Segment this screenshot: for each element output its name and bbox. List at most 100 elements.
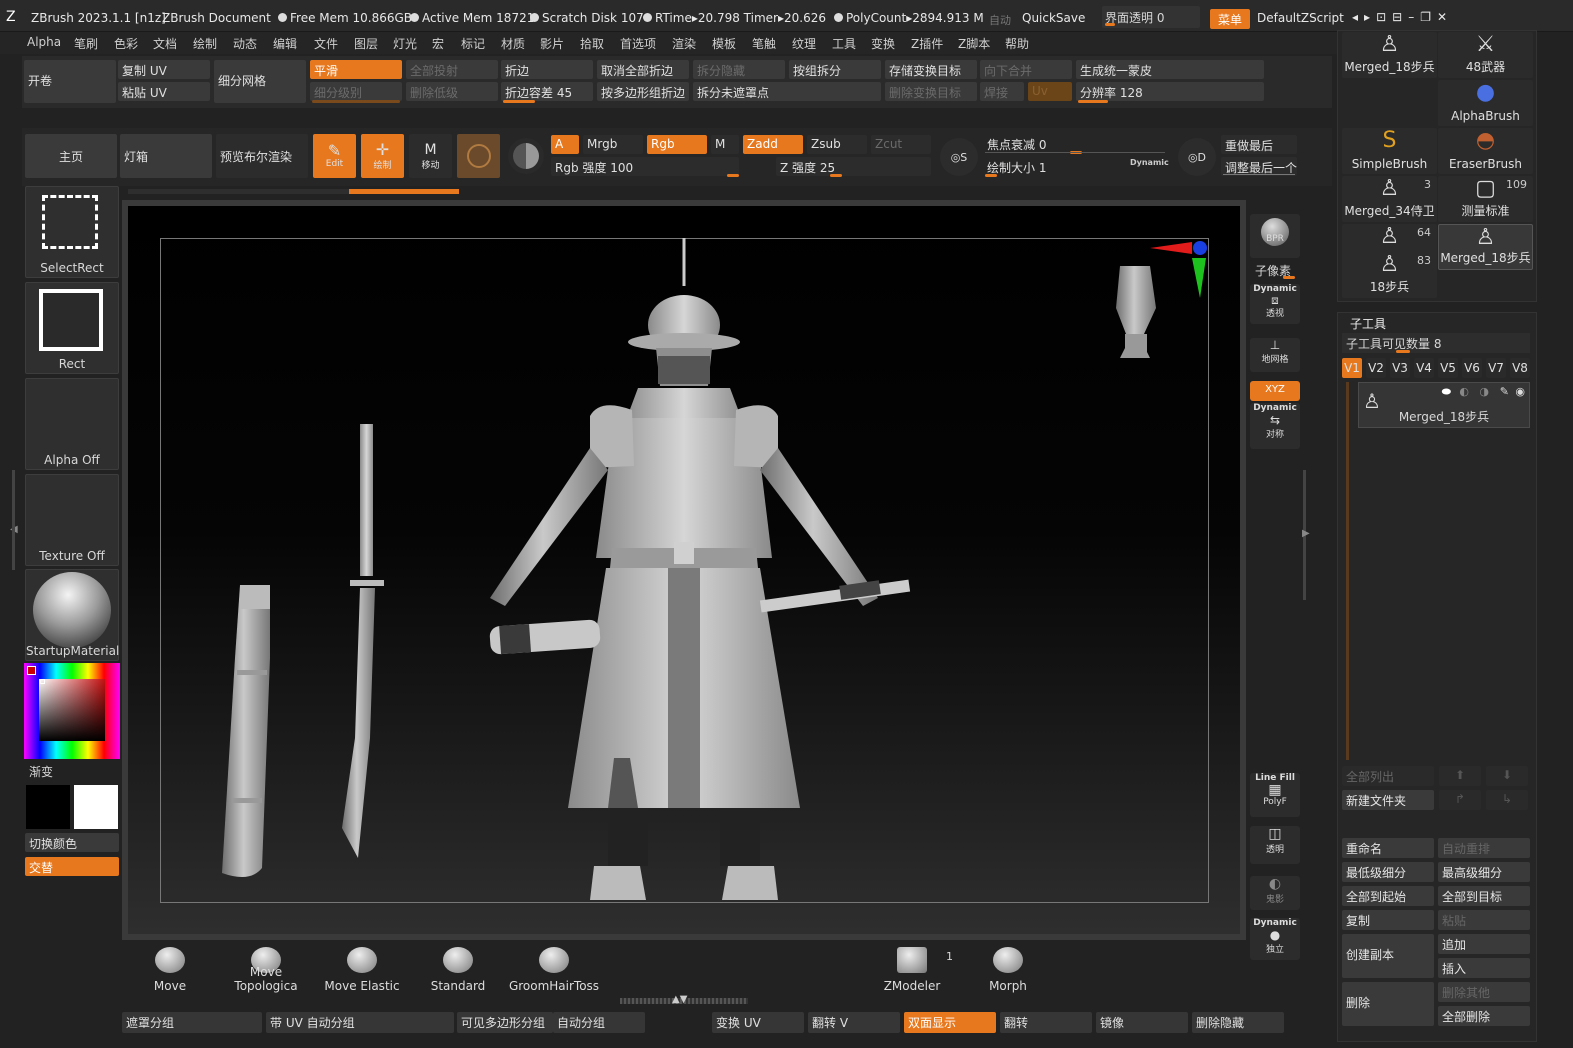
close-icon[interactable]: ✕ (1437, 10, 1453, 24)
subdiv-level-slider[interactable]: 细分级别 (310, 82, 402, 101)
menu-item[interactable]: 影片 (540, 35, 564, 52)
subtool-item[interactable]: ♙ Merged_18步兵 ◉ ✎ ◑ ◐ ⬬ (1358, 382, 1530, 428)
highest-subdiv-button[interactable]: 最高级细分 (1438, 862, 1530, 882)
tool-thumbnail[interactable]: ♙ 3 Merged_34侍卫 (1342, 176, 1437, 222)
menu-item[interactable]: 图层 (354, 35, 378, 52)
bottom-bar-button[interactable]: 删除隐藏 (1192, 1012, 1284, 1033)
tool-thumbnail[interactable]: ♙ Merged_18步兵 (1438, 224, 1533, 270)
uncrease-all-button[interactable]: 取消全部折边 (597, 60, 689, 79)
switch-color-button[interactable]: 切换颜色 (25, 833, 119, 852)
main-color-swatch[interactable] (26, 785, 70, 829)
select-rect-slot[interactable]: SelectRect (25, 186, 119, 278)
draw-button[interactable]: ✛ 绘制 (361, 134, 404, 178)
crease-polygroups-button[interactable]: 按多边形组折边 (597, 82, 689, 101)
bottom-bar-button[interactable]: 翻转 V (808, 1012, 900, 1033)
menu-item[interactable]: 色彩 (114, 35, 138, 52)
transparency-button[interactable]: ◫ 透明 (1250, 826, 1300, 864)
delete-others-button[interactable]: 删除其他 (1438, 982, 1530, 1002)
bottom-bar-button[interactable]: 变换 UV (712, 1012, 804, 1033)
visibility-eye-icon[interactable]: ◉ (1515, 385, 1525, 398)
symmetry-button[interactable]: Dynamic ⇆ 对称 (1250, 403, 1300, 449)
transparency-slider[interactable]: 界面透明 0 (1102, 6, 1200, 28)
menu-item[interactable]: Z插件 (911, 35, 943, 52)
secondary-color-swatch[interactable] (74, 785, 118, 829)
open-button[interactable]: 开卷 (24, 60, 116, 103)
append-button[interactable]: 追加 (1438, 934, 1530, 954)
copy-button[interactable]: 复制 (1342, 910, 1434, 930)
split-hidden-button[interactable]: 拆分隐藏 (693, 60, 785, 79)
saber[interactable] (342, 424, 384, 858)
group-split-button[interactable]: 按组拆分 (789, 60, 881, 79)
insert-button[interactable]: 插入 (1438, 958, 1530, 978)
bottom-bar-button[interactable]: 双面显示 (904, 1012, 996, 1033)
a-toggle[interactable]: A (551, 135, 579, 154)
subtool-visible-count-slider[interactable]: 子工具可见数量 8 (1342, 333, 1530, 353)
tool-thumbnail[interactable]: S SimpleBrush (1342, 128, 1437, 174)
bottom-bar-button[interactable]: 镜像 (1096, 1012, 1188, 1033)
new-folder-button[interactable]: 新建文件夹 (1342, 790, 1434, 810)
resolution-slider[interactable]: 分辨率 128 (1076, 82, 1264, 101)
all-to-start-button[interactable]: 全部到起始 (1342, 886, 1434, 906)
menu-item[interactable]: 拾取 (580, 35, 604, 52)
picker-handle[interactable] (40, 679, 45, 684)
brush-slot[interactable]: Standard (412, 945, 504, 995)
move-down-button[interactable]: ⬇ (1486, 766, 1528, 786)
zcut-toggle[interactable]: Zcut (871, 135, 931, 154)
menu-item[interactable]: 灯光 (393, 35, 417, 52)
list-all-button[interactable]: 全部列出 (1342, 766, 1434, 786)
edit-button[interactable]: ✎ Edit (313, 134, 356, 178)
subtool-version-tab[interactable]: V5 (1438, 358, 1458, 378)
redo-last-button[interactable]: 重做最后 (1221, 135, 1297, 154)
subtool-version-tab[interactable]: V4 (1414, 358, 1434, 378)
menu-item[interactable]: 文件 (314, 35, 338, 52)
subtool-version-tab[interactable]: V8 (1510, 358, 1530, 378)
rect-stroke-slot[interactable]: Rect (25, 282, 119, 374)
orientation-head-icon[interactable] (1116, 266, 1156, 358)
bottom-bar-button[interactable]: 自动分组 (553, 1012, 645, 1033)
default-zscript[interactable]: DefaultZScript (1257, 11, 1344, 25)
brush-toggle-icon[interactable]: ✎ (1500, 385, 1509, 398)
color-mode-icon[interactable] (508, 138, 544, 174)
rgb-toggle[interactable]: Rgb (647, 135, 707, 154)
material-slot[interactable]: StartupMaterial (25, 569, 119, 661)
tool-thumbnail[interactable]: ♙ Merged_18步兵 (1342, 32, 1437, 78)
menu-item[interactable]: 笔刷 (74, 35, 98, 52)
axis-gizmo-icon[interactable] (1150, 241, 1207, 298)
right-collapse-arrow-icon[interactable]: ▶ (1302, 528, 1310, 539)
texture-slot[interactable]: Texture Off (25, 474, 119, 566)
move-up-button[interactable]: ⬆ (1439, 766, 1481, 786)
minimize-icon[interactable]: – (1408, 10, 1420, 24)
menu-item[interactable]: 首选项 (620, 35, 656, 52)
copy-uv-button[interactable]: 复制 UV (118, 60, 210, 79)
dynamic-label[interactable]: Dynamic (1130, 158, 1169, 167)
tool-thumbnail[interactable]: ◓ EraserBrush (1438, 128, 1533, 174)
zadd-toggle[interactable]: Zadd (743, 135, 803, 154)
menu-item[interactable]: 模板 (712, 35, 736, 52)
rgb-intensity-slider[interactable]: Rgb 强度 100 (551, 157, 739, 176)
rename-button[interactable]: 重命名 (1342, 838, 1434, 858)
project-all-button[interactable]: 全部投射 (406, 60, 498, 79)
menu-item[interactable]: 笔触 (752, 35, 776, 52)
left-scrollbar[interactable] (12, 470, 15, 570)
brush-slot[interactable]: GroomHairToss (508, 945, 600, 995)
lowest-subdiv-button[interactable]: 最低级细分 (1342, 862, 1434, 882)
chevron-left-icon[interactable]: ◂ (1352, 10, 1364, 24)
uv-button[interactable]: Uv (1028, 82, 1072, 101)
subdivide-button[interactable]: 细分网格 (214, 60, 306, 103)
polypaint-toggle-icon[interactable]: ◑ (1479, 385, 1489, 398)
bottom-bar-button[interactable]: 可见多边形分组 (457, 1012, 553, 1033)
group-toggle-icon[interactable]: ⬬ (1442, 385, 1451, 399)
menu-item[interactable]: 渲染 (672, 35, 696, 52)
zsub-toggle[interactable]: Zsub (807, 135, 867, 154)
menu-toggle-button[interactable]: 菜单 (1210, 9, 1250, 29)
polyframe-button[interactable]: Line Fill ▦ PolyF (1250, 773, 1300, 817)
folder-action-2-button[interactable]: ↳ (1486, 790, 1528, 810)
tool-thumbnail[interactable]: ♙ 83 18步兵 (1342, 252, 1437, 298)
store-morph-button[interactable]: 存储变换目标 (885, 60, 977, 79)
unify-skin-button[interactable]: 生成统一蒙皮 (1076, 60, 1264, 79)
bottom-bar-button[interactable]: 带 UV 自动分组 (266, 1012, 454, 1033)
perspective-button[interactable]: Dynamic ⧈ 透视 (1250, 284, 1300, 324)
tool-thumbnail[interactable]: ▢ 109 测量标准 (1438, 176, 1533, 222)
delete-morph-button[interactable]: 删除变换目标 (885, 82, 977, 101)
dynamic-icon[interactable]: ◎D (1178, 138, 1216, 176)
